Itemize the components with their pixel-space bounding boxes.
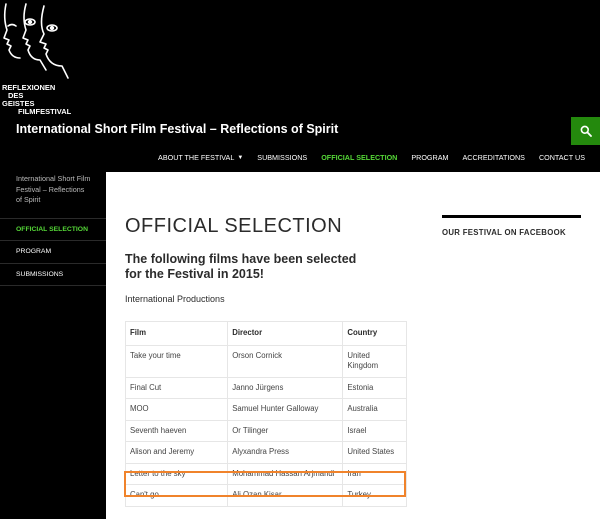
table-row: Take your time Orson Cornick United King… <box>124 344 407 378</box>
film-cell: Can't go <box>124 484 229 507</box>
nav-item-accreditations[interactable]: Accreditations <box>456 153 532 162</box>
main-content: OFFICIAL SELECTION The following films h… <box>106 172 600 519</box>
director-cell: Orson Cornick <box>227 344 344 378</box>
film-cell: Seventh haeven <box>124 419 229 442</box>
country-cell: Australia <box>342 398 407 421</box>
director-cell: Or Tilinger <box>227 419 344 442</box>
lead-heading: The following films have been selected f… <box>125 252 357 281</box>
film-cell: Final Cut <box>124 376 229 399</box>
sidebar-item-program[interactable]: Program <box>0 241 106 264</box>
nav-item-label: Accreditations <box>462 153 525 162</box>
director-cell: Ali Ozan Kisar <box>227 484 344 507</box>
search-button[interactable] <box>571 117 600 145</box>
widget-title: Our Festival on Facebook <box>442 228 566 237</box>
table-row: Final Cut Janno Jürgens Estonia <box>124 376 407 399</box>
site-title[interactable]: International Short Film Festival – Refl… <box>16 122 338 136</box>
page-title: OFFICIAL SELECTION <box>125 215 343 237</box>
search-icon <box>580 125 592 137</box>
sidebar: International Short Film Festival – Refl… <box>0 172 106 519</box>
director-cell: Alyxandra Press <box>227 441 344 464</box>
country-cell: Iran <box>342 462 407 485</box>
column-header-director: Director <box>227 321 344 346</box>
column-header-country: Country <box>342 321 407 346</box>
nav-item-contact[interactable]: Contact us <box>532 153 592 162</box>
director-cell: Mohammad Hassan Arjmandi <box>227 462 344 485</box>
director-cell: Janno Jürgens <box>227 376 344 399</box>
caret-down-icon: ▼ <box>237 154 244 161</box>
column-header-film: Film <box>124 321 229 346</box>
nav-item-label: Program <box>411 153 449 162</box>
country-cell: United States <box>342 441 407 464</box>
film-cell: Take your time <box>124 344 229 378</box>
film-cell: MOO <box>124 398 229 421</box>
faces-logo-icon <box>3 3 69 79</box>
primary-nav: About the Festival ▼ Submissions Officia… <box>151 153 592 162</box>
nav-item-about[interactable]: About the Festival ▼ <box>151 153 250 162</box>
nav-item-label: About the Festival <box>158 153 235 162</box>
nav-item-label: Contact us <box>538 153 585 162</box>
sidebar-site-description: International Short Film Festival – Refl… <box>0 172 106 219</box>
table-row-highlighted: Letter to the sky Mohammad Hassan Arjman… <box>124 462 407 485</box>
logo-wordmark: REFLEXIONEN DES GEISTES FILMFESTIVAL <box>2 84 71 116</box>
nav-item-program[interactable]: Program <box>404 153 455 162</box>
nav-item-label: Submissions <box>257 153 308 162</box>
table-row: MOO Samuel Hunter Galloway Australia <box>124 398 407 421</box>
country-cell: Turkey <box>342 484 407 507</box>
logo-line: FILMFESTIVAL <box>18 107 72 116</box>
table-row: Alison and Jeremy Alyxandra Press United… <box>124 441 407 464</box>
film-cell: Letter to the sky <box>124 462 229 485</box>
table-row: Seventh haeven Or Tilinger Israel <box>124 419 407 442</box>
table-row: Can't go Ali Ozan Kisar Turkey <box>124 484 407 507</box>
nav-item-submissions[interactable]: Submissions <box>250 153 314 162</box>
nav-item-official-selection[interactable]: Official Selection <box>314 153 404 162</box>
country-cell: Estonia <box>342 376 407 399</box>
films-table: Film Director Country Take your time Ors… <box>124 321 407 507</box>
film-cell: Alison and Jeremy <box>124 441 229 464</box>
facebook-widget: Our Festival on Facebook <box>442 215 581 240</box>
sidebar-item-submissions[interactable]: Submissions <box>0 264 106 286</box>
country-cell: United Kingdom <box>342 344 407 378</box>
table-header-row: Film Director Country <box>124 321 407 346</box>
director-cell: Samuel Hunter Galloway <box>227 398 344 421</box>
nav-item-label: Official Selection <box>321 153 398 162</box>
festival-logo[interactable]: REFLEXIONEN DES GEISTES FILMFESTIVAL <box>0 0 80 118</box>
country-cell: Israel <box>342 419 407 442</box>
section-label: International Productions <box>125 294 225 304</box>
sidebar-item-official-selection[interactable]: Official Selection <box>0 219 106 241</box>
